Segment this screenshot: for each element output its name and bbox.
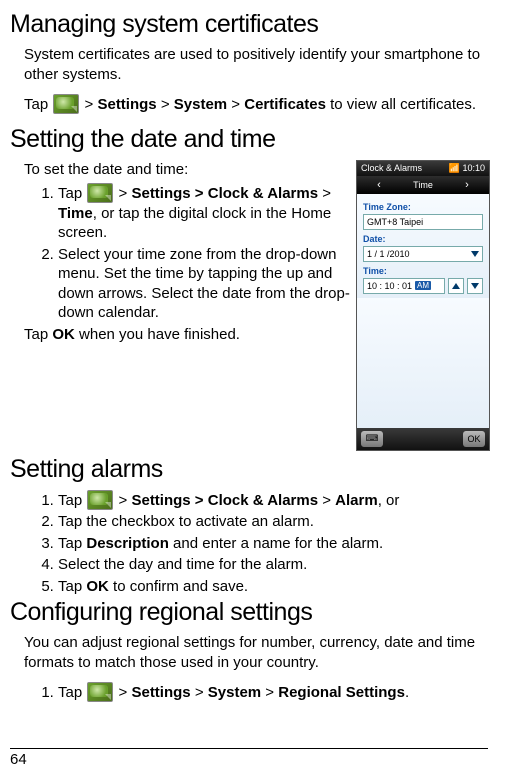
text: , or tap the digital clock in the Home s… <box>58 205 331 242</box>
list-item: Tap Description and enter a name for the… <box>58 534 490 554</box>
time-up-button[interactable] <box>448 278 464 294</box>
sep: > <box>80 96 97 113</box>
signal-icon: 📶 <box>449 163 460 174</box>
text: Tap <box>24 326 52 343</box>
page-number: 64 <box>10 751 27 768</box>
text: Tap <box>58 535 86 552</box>
path-system: System <box>174 96 227 113</box>
start-icon <box>87 490 113 510</box>
text: . <box>405 684 409 701</box>
text: , or <box>378 492 400 509</box>
ok-text: OK <box>52 326 75 343</box>
heading-alarms: Setting alarms <box>10 455 490 484</box>
heading-managing-certs: Managing system certificates <box>10 10 490 39</box>
tab-next[interactable]: › <box>445 179 489 191</box>
text: when you have finished. <box>75 326 240 343</box>
device-empty-area <box>357 298 489 428</box>
tz-label: Time Zone: <box>363 202 483 212</box>
ok-button[interactable]: OK <box>463 431 485 447</box>
device-tabbar: ‹ Time › <box>357 176 489 194</box>
keyboard-button[interactable]: ⌨ <box>361 431 383 447</box>
triangle-up-icon <box>452 283 460 289</box>
text: to confirm and save. <box>109 578 248 595</box>
device-clock: 10:10 <box>462 163 485 173</box>
heading-date-time: Setting the date and time <box>10 125 490 154</box>
path-settings: Settings <box>97 96 156 113</box>
keyboard-icon: ⌨ <box>366 433 379 444</box>
text: Tap <box>58 578 86 595</box>
device-title: Clock & Alarms <box>361 163 422 174</box>
text: and enter a name for the alarm. <box>169 535 383 552</box>
regional-intro: You can adjust regional settings for num… <box>24 633 490 672</box>
device-bottombar: ⌨ OK <box>357 428 489 450</box>
triangle-down-icon <box>471 283 479 289</box>
path-time: Time <box>58 205 93 222</box>
tab-prev[interactable]: ‹ <box>357 179 401 191</box>
list-item: Tap > Settings > Clock & Alarms > Alarm,… <box>58 490 490 511</box>
alarm-steps: Tap > Settings > Clock & Alarms > Alarm,… <box>42 490 490 597</box>
path-regional: Regional Settings <box>278 684 405 701</box>
chevron-down-icon <box>471 251 479 257</box>
device-screenshot: Clock & Alarms 📶 10:10 ‹ Time › Time Zon… <box>356 160 490 451</box>
sep: > <box>191 684 208 701</box>
chevron-right-icon: › <box>465 179 469 191</box>
tz-dropdown[interactable]: GMT+8 Taipei <box>363 214 483 230</box>
time-label: Time: <box>363 266 483 276</box>
text: to view all certificates. <box>326 96 476 113</box>
date-dropdown[interactable]: 1 / 1 /2010 <box>363 246 483 262</box>
path: Settings > Clock & Alarms <box>131 185 318 202</box>
sep: > <box>227 96 244 113</box>
heading-regional: Configuring regional settings <box>10 598 490 627</box>
text: Tap <box>58 684 86 701</box>
certs-path-line: Tap > Settings > System > Certificates t… <box>24 94 490 115</box>
sep: > <box>261 684 278 701</box>
bold: OK <box>86 578 109 595</box>
path-alarm: Alarm <box>335 492 378 509</box>
path-system: System <box>208 684 261 701</box>
date-value: 1 / 1 /2010 <box>367 249 410 259</box>
path: Settings > Clock & Alarms <box>131 492 318 509</box>
list-item: Select the day and time for the alarm. <box>58 555 490 575</box>
sep: > <box>318 185 331 202</box>
text: Tap <box>24 96 52 113</box>
device-status: 📶 10:10 <box>449 163 485 174</box>
start-icon <box>53 94 79 114</box>
list-item: Tap the checkbox to activate an alarm. <box>58 512 490 532</box>
text: Tap <box>58 492 86 509</box>
start-icon <box>87 183 113 203</box>
certs-intro: System certificates are used to positive… <box>24 45 490 84</box>
tz-value: GMT+8 Taipei <box>367 217 423 227</box>
regional-steps: Tap > Settings > System > Regional Setti… <box>42 682 490 703</box>
text: Tap <box>58 185 86 202</box>
tab-time[interactable]: Time <box>401 180 445 190</box>
list-item: Tap OK to confirm and save. <box>58 577 490 597</box>
time-value: 10 : 10 : 01 <box>367 281 412 291</box>
chevron-left-icon: ‹ <box>377 179 381 191</box>
device-titlebar: Clock & Alarms 📶 10:10 <box>357 161 489 176</box>
sep: > <box>318 492 335 509</box>
ampm-badge: AM <box>415 281 431 290</box>
time-field[interactable]: 10 : 10 : 01 AM <box>363 278 445 294</box>
date-label: Date: <box>363 234 483 244</box>
sep: > <box>157 96 174 113</box>
sep: > <box>114 684 131 701</box>
page-footer: 64 <box>10 748 488 768</box>
bold: Description <box>86 535 169 552</box>
path-settings: Settings <box>131 684 190 701</box>
time-down-button[interactable] <box>467 278 483 294</box>
path-certificates: Certificates <box>244 96 326 113</box>
start-icon <box>87 682 113 702</box>
list-item: Tap > Settings > System > Regional Setti… <box>58 682 490 703</box>
